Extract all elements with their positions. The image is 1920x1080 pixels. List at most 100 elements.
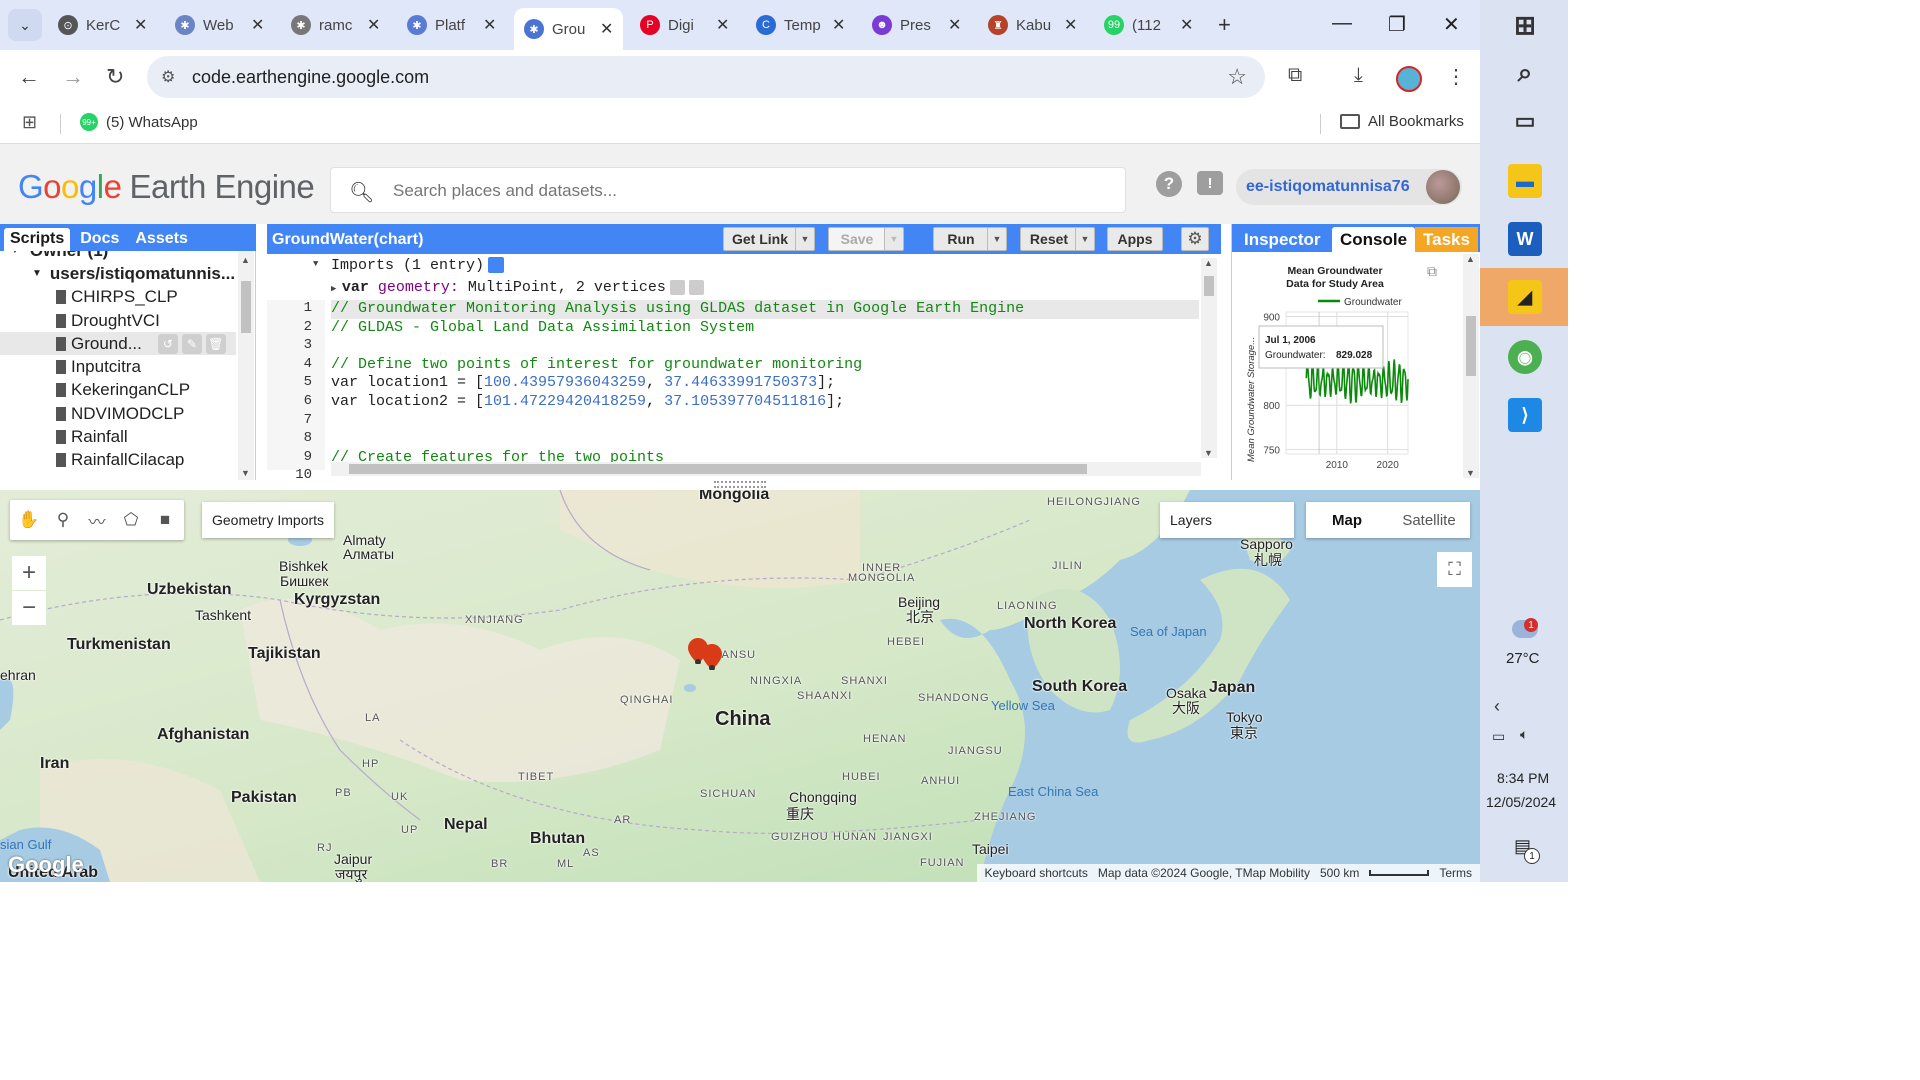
code-line[interactable] <box>331 412 1199 431</box>
close-window-button[interactable]: ✕ <box>1443 12 1460 37</box>
imports-collapse-icon[interactable]: ▼ <box>313 259 318 269</box>
script-file-item[interactable]: RainfallCilacap <box>0 449 236 472</box>
tab-close-icon[interactable]: ✕ <box>134 15 147 35</box>
downloads-icon[interactable]: ⤓ <box>1354 64 1363 87</box>
browser-tab[interactable]: ♜ Kabu ✕ <box>978 8 1087 42</box>
reload-button[interactable]: ↻ <box>106 64 124 90</box>
polygon-tool-icon[interactable]: ⬠ <box>118 507 144 533</box>
browser-tab[interactable]: ✱ Grou ✕ <box>514 8 624 50</box>
code-line[interactable] <box>331 337 1199 356</box>
code-line[interactable]: // Define two points of interest for gro… <box>331 356 1199 375</box>
bookmark-star-icon[interactable]: ☆ <box>1227 64 1247 90</box>
search-icon[interactable]: ⌕ <box>1508 56 1542 90</box>
popout-icon[interactable]: ⧉ <box>1427 263 1437 279</box>
editor-vertical-scrollbar[interactable]: ▲ ▼ <box>1201 258 1217 458</box>
browser-tab[interactable]: C Temp ✕ <box>746 8 855 42</box>
extensions-icon[interactable]: ⧉ <box>1288 64 1302 87</box>
reset-button[interactable]: Reset <box>1020 227 1078 251</box>
save-dropdown[interactable]: ▼ <box>884 227 904 251</box>
weather-temperature[interactable]: 27°C <box>1506 650 1540 667</box>
map-type-satellite[interactable]: Satellite <box>1388 502 1470 538</box>
word-icon[interactable]: W <box>1508 222 1542 256</box>
sticky-notes-icon[interactable]: ◢ <box>1508 280 1542 314</box>
file-explorer-icon[interactable]: ▬ <box>1508 164 1542 198</box>
bookmark-whatsapp[interactable]: 99+ (5) WhatsApp <box>80 113 198 131</box>
panel-resize-handle[interactable] <box>714 481 766 488</box>
tree-owner-node[interactable]: ▼Owner (1) <box>0 251 236 262</box>
browser-tab[interactable]: ☻ Pres ✕ <box>862 8 971 42</box>
map-marker-location2[interactable] <box>702 644 722 670</box>
tab-scripts[interactable]: Scripts <box>4 228 71 251</box>
code-line[interactable]: // Groundwater Monitoring Analysis using… <box>331 300 1199 319</box>
terms-link[interactable]: Terms <box>1439 866 1472 880</box>
map-type-map[interactable]: Map <box>1306 502 1388 538</box>
browser-tab[interactable]: P Digi ✕ <box>630 8 739 42</box>
clock-time[interactable]: 8:34 PM <box>1497 770 1549 786</box>
chrome-icon[interactable]: ◉ <box>1508 340 1542 374</box>
tab-close-icon[interactable]: ✕ <box>1064 15 1077 35</box>
import-geometry-row[interactable]: ▶ var geometry: MultiPoint, 2 vertices <box>331 279 704 296</box>
tab-inspector[interactable]: Inspector <box>1236 227 1329 252</box>
tab-close-icon[interactable]: ✕ <box>251 15 264 35</box>
point-marker-icon[interactable]: ⚲ <box>50 507 76 533</box>
tab-close-icon[interactable]: ✕ <box>600 19 613 39</box>
feedback-icon[interactable]: ! <box>1197 171 1223 195</box>
tab-tasks[interactable]: Tasks <box>1415 227 1478 252</box>
browser-tab[interactable]: ✱ Web ✕ <box>165 8 274 42</box>
tab-close-icon[interactable]: ✕ <box>948 15 961 35</box>
browser-tab[interactable]: ⊙ KerC ✕ <box>48 8 157 42</box>
code-line[interactable]: var location1 = [100.43957936043259, 37.… <box>331 374 1199 393</box>
script-title[interactable]: GroundWater(chart) <box>272 231 423 249</box>
tab-close-icon[interactable]: ✕ <box>1180 15 1193 35</box>
script-file-item[interactable]: CHIRPS_CLP <box>0 286 236 309</box>
help-icon[interactable]: ? <box>1156 171 1182 197</box>
tab-console[interactable]: Console <box>1332 227 1416 252</box>
browser-profile-avatar[interactable] <box>1396 66 1422 92</box>
clock-date[interactable]: 12/05/2024 <box>1486 794 1556 810</box>
scale-label[interactable]: 500 km <box>1320 866 1359 880</box>
user-account-chip[interactable]: ee-istiqomatunnisa76 <box>1236 169 1462 205</box>
geometry-imports-button[interactable]: Geometry Imports <box>202 502 335 538</box>
tab-close-icon[interactable]: ✕ <box>832 15 845 35</box>
task-view-icon[interactable]: ▭ <box>1508 104 1542 138</box>
editor-horizontal-scrollbar[interactable] <box>331 462 1201 476</box>
imports-header[interactable]: Imports (1 entry) <box>331 257 505 274</box>
map-panel[interactable]: Mongolia HEILONGJIANG Almaty Алматы Bishkek Б… <box>0 490 1480 882</box>
rectangle-tool-icon[interactable]: ■ <box>152 507 178 533</box>
tab-assets[interactable]: Assets <box>129 228 193 251</box>
windows-start-icon[interactable]: ⊞ <box>1508 8 1542 42</box>
minimize-button[interactable]: — <box>1332 12 1352 35</box>
volume-icon[interactable]: 🔈︎ <box>1520 726 1528 743</box>
tab-close-icon[interactable]: ✕ <box>483 15 496 35</box>
new-tab-button[interactable]: + <box>1218 12 1231 38</box>
back-button[interactable]: ← <box>18 64 40 90</box>
code-line[interactable] <box>331 430 1199 449</box>
tab-close-icon[interactable]: ✕ <box>367 15 380 35</box>
code-line[interactable]: var location2 = [101.47229420418259, 37.… <box>331 393 1199 412</box>
rename-icon[interactable]: ✎ <box>181 333 202 354</box>
menu-icon[interactable]: ⋮ <box>1446 64 1466 89</box>
reset-dropdown[interactable]: ▼ <box>1075 227 1095 251</box>
get-link-dropdown[interactable]: ▼ <box>795 227 815 251</box>
search-input[interactable] <box>393 178 1093 204</box>
zoom-in-button[interactable]: + <box>12 556 46 590</box>
forward-button[interactable]: → <box>62 64 84 90</box>
code-area[interactable]: // Groundwater Monitoring Analysis using… <box>331 300 1199 470</box>
site-settings-icon[interactable]: ⚙ <box>161 67 175 87</box>
fullscreen-icon[interactable]: ⛶ <box>1437 552 1472 587</box>
tab-close-icon[interactable]: ✕ <box>716 15 729 35</box>
all-bookmarks-button[interactable]: All Bookmarks <box>1340 113 1464 130</box>
tree-repo-node[interactable]: ▼ users/istiqomatunnis... <box>0 262 236 285</box>
apps-button[interactable]: Apps <box>1107 227 1163 251</box>
gee-logo[interactable]: Google Earth Engine <box>18 168 315 206</box>
restore-button[interactable]: ❐ <box>1388 12 1406 37</box>
gee-search-box[interactable]: 🔍︎ <box>330 167 1126 213</box>
battery-icon[interactable]: ▭ <box>1492 728 1505 745</box>
apps-grid-icon[interactable]: ⊞ <box>22 112 37 133</box>
tab-search-button[interactable]: ⌄ <box>8 9 42 41</box>
tab-docs[interactable]: Docs <box>74 228 125 251</box>
console-scrollbar[interactable]: ▲ ▼ <box>1463 254 1479 478</box>
browser-tab[interactable]: ✱ Platf ✕ <box>397 8 506 42</box>
editor-body[interactable]: ▼ Imports (1 entry) ▶ var geometry: Mult… <box>267 254 1221 483</box>
script-file-item[interactable]: DroughtVCI <box>0 309 236 332</box>
